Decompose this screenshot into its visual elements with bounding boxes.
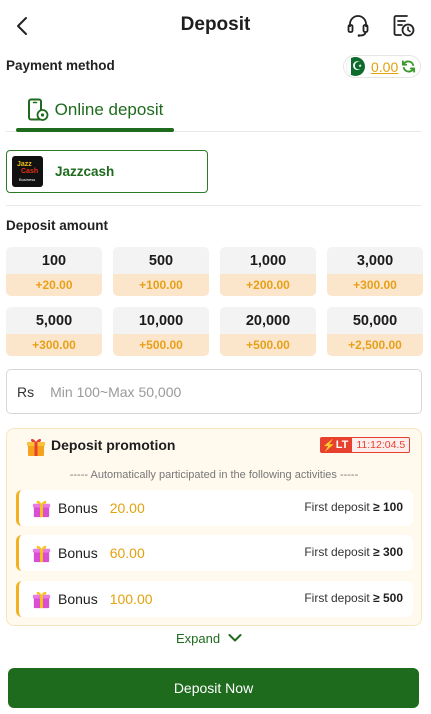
amount-options-grid: 100 +20.00 500 +100.00 1,000 +200.00 3,000 +… — [6, 247, 423, 356]
amount-bonus: +500.00 — [220, 334, 316, 356]
payment-option-label: Jazzcash — [55, 164, 115, 179]
deposit-promotion-panel: Deposit promotion ⚡ LT 11:12:04.5 ----- A… — [6, 428, 422, 626]
payment-method-label: Payment method — [6, 58, 115, 73]
chevron-left-icon — [17, 17, 27, 35]
bonus-row: Bonus 60.00 First deposit ≥ 300 — [16, 535, 413, 571]
amount-bonus: +100.00 — [113, 274, 209, 296]
amount-value: 50,000 — [352, 312, 398, 329]
headset-icon — [347, 15, 369, 37]
divider — [6, 205, 421, 206]
amount-value: 10,000 — [138, 312, 184, 329]
amount-bonus: +500.00 — [113, 334, 209, 356]
tab-online-deposit-label: Online deposit — [54, 100, 164, 119]
deposit-tabs: Online deposit — [6, 88, 421, 132]
bonus-condition: First deposit ≥ 100 — [304, 500, 403, 514]
jazzcash-logo: Jazz Cash Business — [12, 156, 43, 187]
chevron-down-icon — [228, 634, 242, 642]
expand-label: Expand — [176, 630, 221, 646]
lightning-icon: ⚡ — [322, 439, 336, 452]
amount-value: 1,000 — [249, 252, 287, 269]
countdown-timer: 11:12:04.5 — [351, 437, 411, 453]
balance-amount: 0.00 — [371, 58, 399, 75]
deposit-now-button[interactable]: Deposit Now — [8, 668, 419, 708]
amount-value: 500 — [148, 252, 174, 269]
wallet-balance: ☪ 0.00 — [343, 55, 421, 78]
amount-option-500[interactable]: 500 +100.00 — [113, 247, 209, 296]
amount-bonus: +20.00 — [6, 274, 102, 296]
deposit-history-button[interactable] — [389, 11, 417, 39]
bonus-amount: 100.00 — [109, 591, 153, 607]
limited-time-badge: ⚡ LT 11:12:04.5 — [320, 437, 411, 453]
phone-deposit-icon — [27, 98, 49, 121]
bonus-row: Bonus 20.00 First deposit ≥ 100 — [16, 490, 413, 526]
amount-option-1000[interactable]: 1,000 +200.00 — [220, 247, 316, 296]
promotion-title: Deposit promotion — [51, 437, 176, 453]
amount-bonus: +200.00 — [220, 274, 316, 296]
gift-box-icon — [32, 500, 51, 517]
amount-bonus: +2,500.00 — [327, 334, 423, 356]
gift-icon — [27, 438, 45, 456]
amount-bonus: +300.00 — [6, 334, 102, 356]
amount-option-100[interactable]: 100 +20.00 — [6, 247, 102, 296]
bonus-amount: 60.00 — [109, 545, 145, 561]
amount-input-field: Rs — [6, 369, 422, 414]
deposit-amount-label: Deposit amount — [6, 218, 109, 233]
amount-bonus: +300.00 — [327, 274, 423, 296]
bonus-label: Bonus — [58, 500, 98, 516]
pakistan-flag-icon: ☪ — [346, 57, 365, 76]
refresh-icon[interactable] — [401, 59, 416, 74]
customer-support-button[interactable] — [344, 11, 372, 39]
gift-box-icon — [32, 545, 51, 562]
active-tab-indicator — [16, 128, 174, 132]
tab-online-deposit[interactable]: Online deposit — [16, 88, 174, 132]
bonus-label: Bonus — [58, 591, 98, 607]
currency-label: Rs — [17, 383, 35, 400]
bonus-condition: First deposit ≥ 500 — [304, 591, 403, 605]
back-button[interactable] — [8, 12, 36, 40]
bonus-condition: First deposit ≥ 300 — [304, 545, 403, 559]
promotion-note: ----- Automatically participated in the … — [69, 469, 359, 481]
amount-value: 20,000 — [245, 312, 291, 329]
bonus-label: Bonus — [58, 545, 98, 561]
amount-option-10000[interactable]: 10,000 +500.00 — [113, 307, 209, 356]
amount-option-20000[interactable]: 20,000 +500.00 — [220, 307, 316, 356]
amount-value: 5,000 — [35, 312, 73, 329]
expand-button[interactable]: Expand — [176, 629, 242, 647]
bonus-amount: 20.00 — [109, 500, 145, 516]
amount-value: 100 — [41, 252, 67, 269]
lt-label: LT — [335, 439, 349, 451]
amount-option-50000[interactable]: 50,000 +2,500.00 — [327, 307, 423, 356]
header: Deposit — [0, 0, 431, 50]
document-clock-icon — [393, 15, 415, 37]
gift-box-icon — [32, 591, 51, 608]
amount-value: 3,000 — [356, 252, 394, 269]
amount-input[interactable] — [50, 383, 391, 400]
bonus-row: Bonus 100.00 First deposit ≥ 500 — [16, 581, 413, 617]
payment-option-jazzcash[interactable]: Jazz Cash Business Jazzcash — [6, 150, 208, 193]
lt-tag: ⚡ LT — [320, 437, 352, 453]
amount-option-3000[interactable]: 3,000 +300.00 — [327, 247, 423, 296]
amount-option-5000[interactable]: 5,000 +300.00 — [6, 307, 102, 356]
